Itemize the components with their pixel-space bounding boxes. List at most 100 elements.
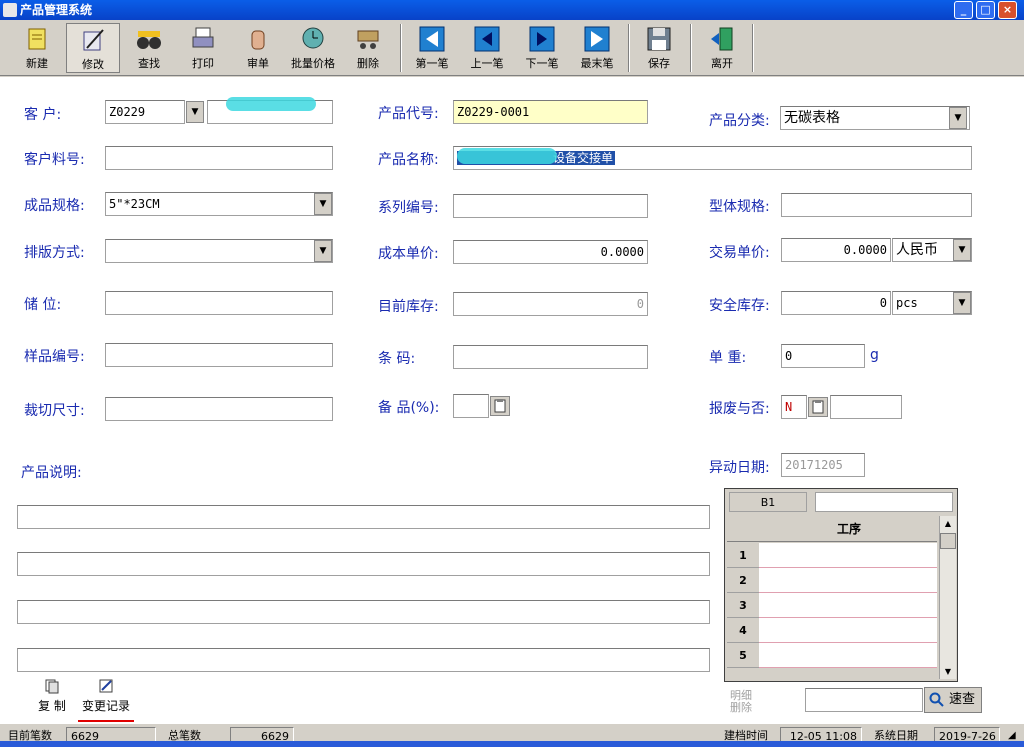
description-line-3[interactable]	[17, 600, 710, 624]
currency-dropdown-button[interactable]: ▼	[953, 239, 971, 261]
redacted-mark	[226, 97, 316, 111]
safety-stock-field[interactable]: 0	[781, 291, 891, 315]
product-name-label: 产品名称:	[378, 152, 439, 168]
toolbar: 新建 修改 查找 打印 审单 批量价格 删除 第一笔 上一笔 下一笔 最末笔 保…	[0, 20, 1024, 76]
weight-unit: g	[870, 347, 879, 363]
grid-header-row: 工序	[727, 516, 937, 542]
scrap-field[interactable]: N	[781, 395, 807, 419]
review-hand-icon	[251, 30, 265, 50]
spec-label: 成品规格:	[24, 198, 85, 214]
app-icon	[3, 3, 17, 17]
quick-search-button[interactable]: 速查	[924, 687, 982, 713]
first-record-button[interactable]: 第一笔	[405, 23, 459, 73]
storage-field[interactable]	[105, 291, 333, 315]
binoculars-icon	[137, 31, 161, 49]
edit-button[interactable]: 修改	[66, 23, 120, 73]
detail-delete-button[interactable]: 明细 删除	[726, 690, 756, 714]
maximize-button[interactable]: □	[976, 1, 995, 19]
category-select[interactable]: 无碳表格	[780, 106, 970, 130]
prev-record-button[interactable]: 上一笔	[460, 23, 514, 73]
scroll-thumb[interactable]	[940, 533, 956, 549]
grid-row[interactable]	[759, 568, 937, 593]
description-line-4[interactable]	[17, 648, 710, 672]
scrap-label: 报废与否:	[709, 401, 770, 417]
close-button[interactable]: ×	[998, 1, 1017, 19]
sample-label: 样品编号:	[24, 349, 85, 365]
product-code-field[interactable]: Z0229-0001	[453, 100, 648, 124]
cut-size-field[interactable]	[105, 397, 333, 421]
dump-truck-icon	[357, 30, 379, 49]
new-button[interactable]: 新建	[10, 23, 64, 73]
prev-record-icon	[474, 26, 500, 52]
layout-select[interactable]	[105, 239, 333, 263]
spare-calc-button[interactable]	[490, 396, 510, 416]
series-field[interactable]	[453, 194, 648, 218]
layout-dropdown-button[interactable]: ▼	[314, 240, 332, 262]
window-title: 产品管理系统	[20, 3, 93, 17]
trade-price-label: 交易单价:	[709, 245, 770, 261]
customer-dropdown-button[interactable]: ▼	[186, 101, 204, 123]
grid-row[interactable]	[759, 618, 937, 643]
copy-button[interactable]: 复 制	[30, 678, 74, 714]
grid-row-header: 2	[727, 568, 759, 593]
scrap-extra-field[interactable]	[830, 395, 902, 419]
spec-select[interactable]: 5"*23CM	[105, 192, 333, 216]
taskbar	[0, 741, 1024, 747]
magnifier-icon	[929, 692, 944, 707]
barcode-field[interactable]	[453, 345, 648, 369]
grid-row[interactable]	[759, 593, 937, 618]
sample-field[interactable]	[105, 343, 333, 367]
weight-label: 单 重:	[709, 350, 747, 366]
spec-dropdown-button[interactable]: ▼	[314, 193, 332, 215]
print-button[interactable]: 打印	[176, 23, 230, 73]
save-button[interactable]: 保存	[632, 23, 686, 73]
grid-row-header: 4	[727, 618, 759, 643]
customer-no-field[interactable]	[105, 146, 333, 170]
batch-price-button[interactable]: 批量价格	[286, 23, 340, 73]
form-spec-field[interactable]	[781, 193, 972, 217]
quick-search-field[interactable]	[805, 688, 923, 712]
scrap-lookup-button[interactable]	[808, 397, 828, 417]
toolbar-separator	[628, 24, 630, 72]
clock-price-icon	[302, 27, 324, 49]
last-record-button[interactable]: 最末笔	[570, 23, 624, 73]
grid-scrollbar[interactable]: ▲ ▼	[939, 516, 956, 679]
stock-label: 目前库存:	[378, 299, 439, 315]
unit-dropdown-button[interactable]: ▼	[953, 292, 971, 314]
description-line-1[interactable]	[17, 505, 710, 529]
minimize-button[interactable]: _	[954, 1, 973, 19]
floppy-disk-icon	[647, 27, 671, 51]
exit-button[interactable]: 离开	[695, 23, 749, 73]
customer-label: 客 户:	[24, 107, 62, 123]
weight-field[interactable]: 0	[781, 344, 865, 368]
grid-row[interactable]	[759, 543, 937, 568]
process-grid: B1 工序 1 2 3 4 5 ▲ ▼	[724, 488, 958, 682]
review-button[interactable]: 审单	[231, 23, 285, 73]
spare-label: 备 品(%):	[378, 400, 440, 416]
printer-icon	[192, 27, 214, 48]
clipboard-icon	[494, 399, 506, 413]
next-record-button[interactable]: 下一笔	[515, 23, 569, 73]
scroll-up-icon[interactable]: ▲	[940, 516, 956, 531]
grid-cell-ref: B1	[729, 492, 807, 512]
process-column-header: 工序	[836, 522, 861, 536]
series-label: 系列编号:	[378, 200, 439, 216]
new-doc-icon	[28, 28, 46, 50]
customer-code-field[interactable]: Z0229	[105, 100, 185, 124]
cut-size-label: 裁切尺寸:	[24, 403, 85, 419]
trade-price-field[interactable]: 0.0000	[781, 238, 891, 262]
find-button[interactable]: 查找	[122, 23, 176, 73]
grid-cell-value[interactable]	[815, 492, 953, 512]
description-line-2[interactable]	[17, 552, 710, 576]
category-dropdown-button[interactable]: ▼	[949, 107, 967, 129]
spare-field[interactable]	[453, 394, 489, 418]
description-label: 产品说明:	[21, 465, 82, 481]
grid-row[interactable]	[759, 643, 937, 668]
scroll-down-icon[interactable]: ▼	[940, 664, 956, 679]
barcode-label: 条 码:	[378, 351, 416, 367]
delete-button[interactable]: 删除	[341, 23, 395, 73]
safety-stock-label: 安全库存:	[709, 298, 770, 314]
toolbar-separator	[752, 24, 754, 72]
change-history-button[interactable]: 变更记录	[78, 678, 134, 722]
cost-field[interactable]: 0.0000	[453, 240, 648, 264]
